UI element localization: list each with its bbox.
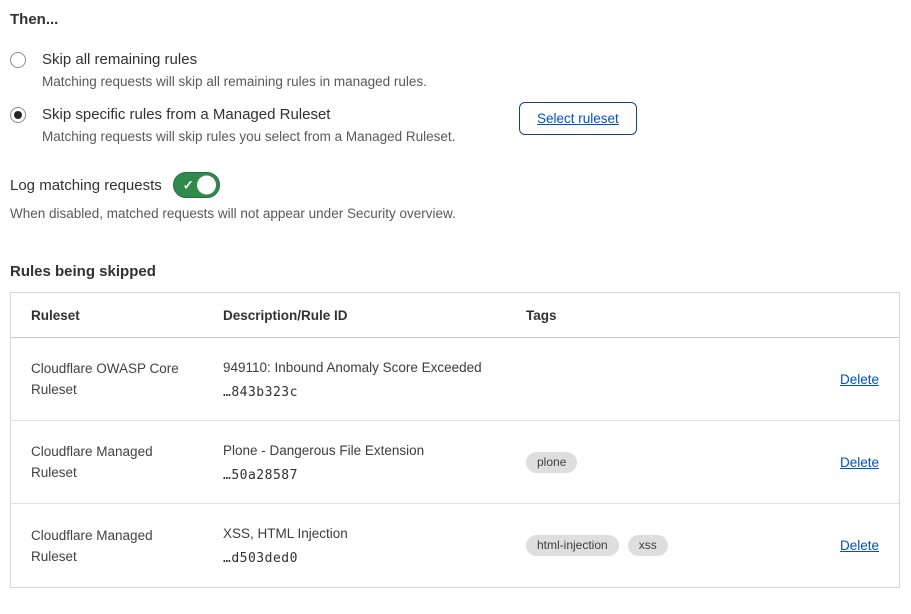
- tag-pill: plone: [526, 452, 577, 473]
- then-heading: Then...: [10, 12, 900, 28]
- option-skip-specific: Skip specific rules from a Managed Rules…: [10, 105, 900, 146]
- log-matching-label: Log matching requests: [10, 177, 162, 194]
- waf-rule-action-panel: Then... Skip all remaining rules Matchin…: [0, 0, 911, 614]
- ruleset-cell: Cloudflare Managed Ruleset: [31, 441, 223, 483]
- option-skip-all-label[interactable]: Skip all remaining rules: [42, 50, 900, 70]
- log-matching-description: When disabled, matched requests will not…: [10, 205, 900, 223]
- rules-table-header: Ruleset Description/Rule ID Tags: [11, 293, 899, 338]
- rule-description: Plone - Dangerous File Extension: [223, 442, 526, 459]
- action-options: Skip all remaining rules Matching reques…: [10, 50, 900, 146]
- select-ruleset-button[interactable]: Select ruleset: [519, 102, 637, 135]
- ruleset-cell: Cloudflare Managed Ruleset: [31, 525, 223, 567]
- option-skip-all-description: Matching requests will skip all remainin…: [42, 73, 900, 91]
- tags-cell: html-injection xss: [526, 535, 827, 556]
- ruleset-cell: Cloudflare OWASP Core Ruleset: [31, 358, 223, 400]
- radio-option-skip-specific[interactable]: [10, 107, 26, 123]
- rules-table-body: Cloudflare OWASP Core Ruleset 949110: In…: [11, 338, 899, 587]
- rule-description: XSS, HTML Injection: [223, 525, 526, 542]
- rule-id: …50a28587: [223, 468, 526, 483]
- check-icon: ✓: [183, 179, 194, 192]
- delete-link[interactable]: Delete: [840, 455, 879, 470]
- rules-table: Ruleset Description/Rule ID Tags Cloudfl…: [10, 292, 900, 588]
- table-row: Cloudflare OWASP Core Ruleset 949110: In…: [11, 338, 899, 421]
- toggle-knob: [197, 176, 216, 195]
- table-row: Cloudflare Managed Ruleset Plone - Dange…: [11, 421, 899, 504]
- rule-description: 949110: Inbound Anomaly Score Exceeded: [223, 359, 526, 376]
- column-header-description: Description/Rule ID: [223, 308, 526, 323]
- radio-option-skip-all[interactable]: [10, 52, 26, 68]
- option-skip-specific-description: Matching requests will skip rules you se…: [42, 128, 900, 146]
- delete-link[interactable]: Delete: [840, 372, 879, 387]
- column-header-tags: Tags: [526, 308, 827, 323]
- rules-table-title: Rules being skipped: [10, 263, 900, 281]
- log-matching-row: Log matching requests ✓: [10, 172, 900, 198]
- option-skip-all: Skip all remaining rules Matching reques…: [10, 50, 900, 91]
- option-skip-specific-label[interactable]: Skip specific rules from a Managed Rules…: [42, 105, 900, 125]
- column-header-ruleset: Ruleset: [31, 308, 223, 323]
- log-toggle[interactable]: ✓: [173, 172, 220, 198]
- tag-pill: xss: [628, 535, 668, 556]
- tag-pill: html-injection: [526, 535, 619, 556]
- rule-id: …d503ded0: [223, 551, 526, 566]
- delete-link[interactable]: Delete: [840, 538, 879, 553]
- rule-id: …843b323c: [223, 385, 526, 400]
- tags-cell: plone: [526, 452, 827, 473]
- table-row: Cloudflare Managed Ruleset XSS, HTML Inj…: [11, 504, 899, 587]
